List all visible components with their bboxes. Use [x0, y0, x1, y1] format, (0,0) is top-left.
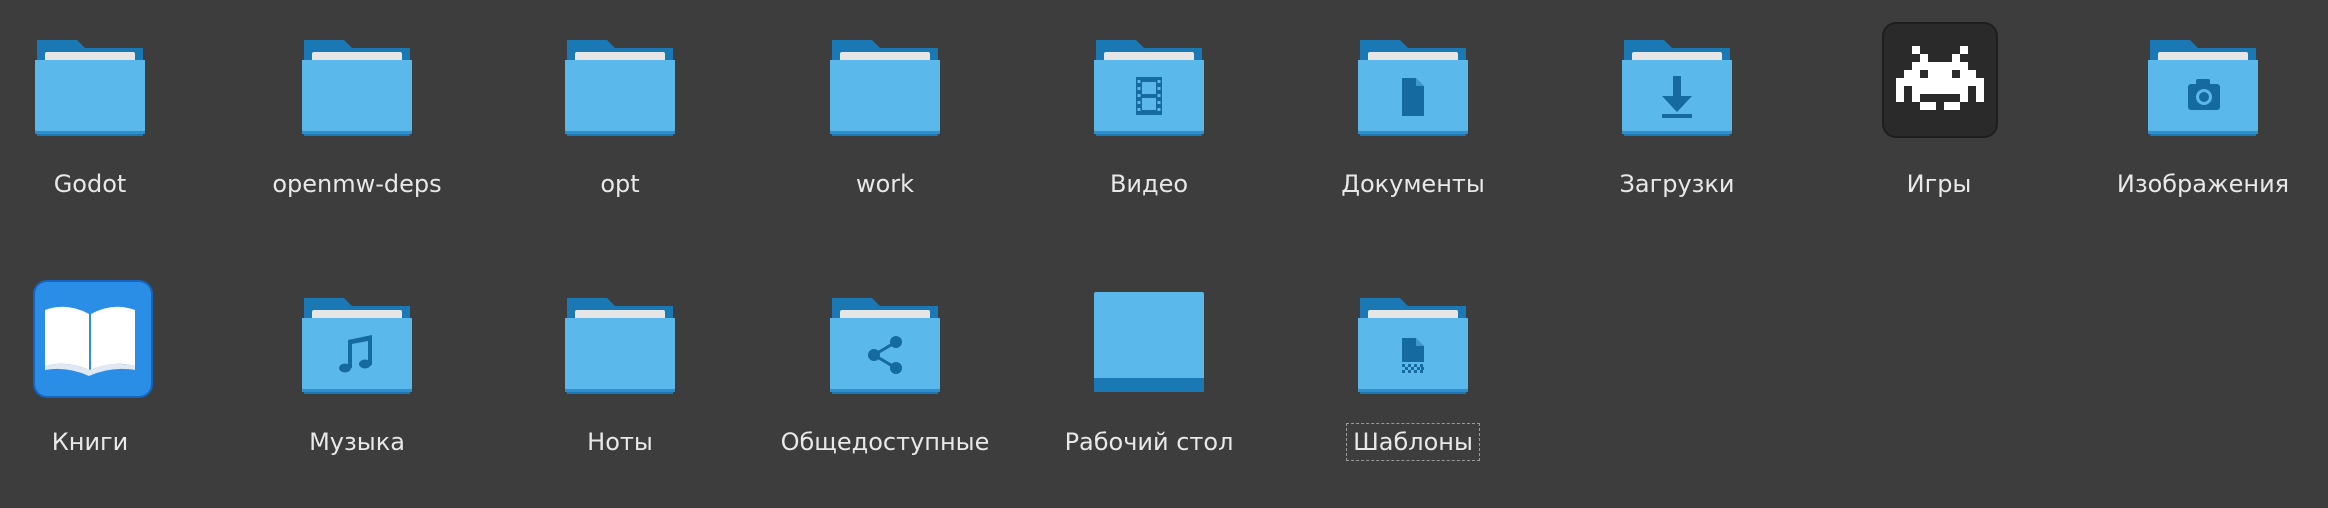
folder-public-share-icon	[820, 280, 950, 410]
folder-label: Книги	[51, 428, 129, 456]
folder-item-desktop[interactable]: Рабочий стол	[1017, 280, 1281, 508]
folder-item-documents[interactable]: Документы	[1281, 22, 1545, 262]
folder-label: Ноты	[587, 428, 653, 456]
folder-item-music[interactable]: Музыка	[225, 280, 489, 508]
folder-templates-icon	[1348, 280, 1478, 410]
file-grid: Godot openmw-deps opt work Видео Докумен…	[0, 0, 2328, 508]
books-icon	[25, 280, 155, 410]
folder-label: Изображения	[2116, 170, 2290, 198]
folder-label: opt	[600, 170, 640, 198]
folder-item-templates[interactable]: Шаблоны	[1281, 280, 1545, 508]
folder-icon	[555, 280, 685, 410]
folder-label: Видео	[1109, 170, 1189, 198]
folder-music-icon	[292, 280, 422, 410]
folder-label: Общедоступные	[780, 428, 990, 456]
film-strip-icon	[1136, 77, 1162, 115]
folder-label: Документы	[1341, 170, 1485, 198]
folder-label: Шаблоны	[1346, 423, 1480, 461]
folder-item-downloads[interactable]: Загрузки	[1545, 22, 1809, 262]
folder-downloads-icon	[1612, 22, 1742, 152]
folder-pictures-icon	[2138, 22, 2268, 152]
folder-icon	[555, 22, 685, 152]
folder-videos-icon	[1084, 22, 1214, 152]
desktop-folder-icon	[1084, 280, 1214, 410]
folder-icon	[820, 22, 950, 152]
folder-item-notes[interactable]: Ноты	[488, 280, 752, 508]
folder-item-opt[interactable]: opt	[488, 22, 752, 262]
folder-item-games[interactable]: Игры	[1807, 22, 2071, 262]
folder-item-public[interactable]: Общедоступные	[753, 280, 1017, 508]
folder-label: Godot	[53, 170, 127, 198]
folder-label: Загрузки	[1619, 170, 1735, 198]
folder-icon	[25, 22, 155, 152]
folder-item-pictures[interactable]: Изображения	[2071, 22, 2328, 262]
folder-item-work[interactable]: work	[753, 22, 1017, 262]
folder-item-videos[interactable]: Видео	[1017, 22, 1281, 262]
folder-label: openmw-deps	[272, 170, 442, 198]
folder-label: Музыка	[309, 428, 405, 456]
folder-label: Рабочий стол	[1064, 428, 1234, 456]
folder-item-books[interactable]: Книги	[0, 280, 222, 508]
folder-icon	[292, 22, 422, 152]
games-space-invader-icon	[1874, 22, 2004, 152]
folder-item-godot[interactable]: Godot	[0, 22, 222, 262]
folder-label: Игры	[1906, 170, 1972, 198]
folder-documents-icon	[1348, 22, 1478, 152]
folder-label: work	[855, 170, 915, 198]
folder-item-openmw-deps[interactable]: openmw-deps	[225, 22, 489, 262]
